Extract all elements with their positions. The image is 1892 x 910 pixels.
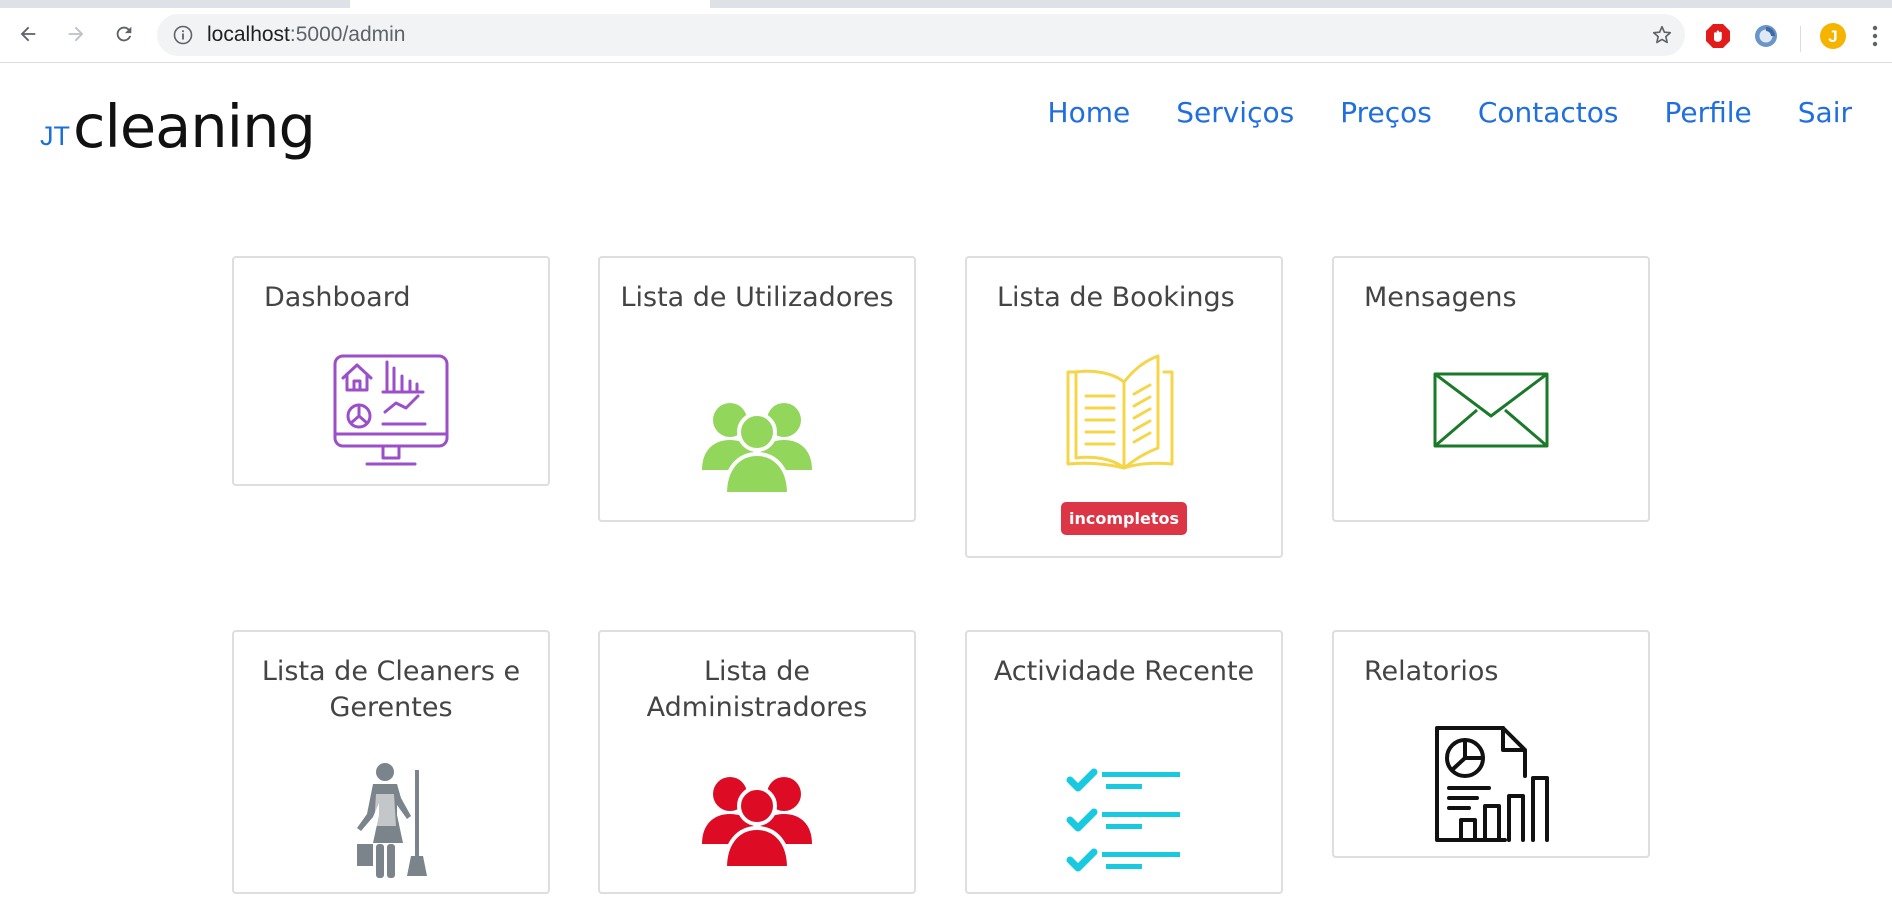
card-actividade[interactable]: Actividade Recente: [965, 630, 1283, 894]
card-title: Lista de Cleaners e Gerentes: [261, 656, 521, 723]
card-title: Lista de Bookings: [997, 282, 1235, 313]
info-icon[interactable]: [171, 23, 195, 47]
profile-initial: J: [1828, 27, 1837, 46]
checklist-icon: [1066, 768, 1180, 872]
brand-prefix: JT: [40, 121, 70, 151]
browser-toolbar: localhost:5000/admin J: [0, 8, 1892, 63]
extension-icon[interactable]: [1752, 22, 1780, 50]
forward-button[interactable]: [58, 16, 94, 52]
card-title: Dashboard: [264, 282, 411, 313]
bookmark-star-icon[interactable]: [1649, 22, 1675, 48]
adblock-extension-icon[interactable]: [1704, 22, 1732, 50]
card-utilizadores[interactable]: Lista de Utilizadores: [598, 256, 916, 522]
card-dashboard[interactable]: Dashboard: [232, 256, 550, 486]
brand-name: cleaning: [73, 92, 316, 161]
main-nav: Home Serviços Preços Contactos Perfile S…: [1048, 96, 1852, 129]
arrow-right-icon: [68, 26, 84, 42]
brand-logo[interactable]: JT cleaning: [40, 80, 316, 161]
card-title: Mensagens: [1364, 282, 1517, 313]
back-button[interactable]: [10, 16, 46, 52]
nav-servicos[interactable]: Serviços: [1176, 96, 1294, 129]
envelope-icon: [1433, 372, 1549, 448]
reload-icon: [116, 26, 132, 42]
admins-group-icon: [702, 777, 812, 868]
card-title: Lista de Administradores: [646, 656, 868, 723]
tab-strip: [0, 0, 1892, 8]
nav-sair[interactable]: Sair: [1798, 96, 1852, 129]
card-relatorios[interactable]: Relatorios: [1332, 630, 1650, 858]
card-cleaners[interactable]: Lista de Cleaners e Gerentes: [232, 630, 550, 894]
card-title: Lista de Utilizadores: [620, 282, 894, 313]
dashboard-monitor-icon: [333, 354, 449, 466]
url-path: :5000/admin: [289, 23, 406, 46]
card-administradores[interactable]: Lista de Administradores: [598, 630, 916, 894]
card-title: Relatorios: [1364, 656, 1499, 687]
users-group-icon: [702, 403, 812, 494]
open-book-icon: [1066, 354, 1174, 470]
card-title: Actividade Recente: [993, 656, 1255, 687]
url-host: localhost: [207, 23, 290, 46]
toolbar-separator: [1800, 26, 1801, 52]
url-text[interactable]: localhost:5000/admin: [207, 14, 405, 56]
reload-button[interactable]: [106, 16, 142, 52]
address-bar[interactable]: localhost:5000/admin: [157, 14, 1685, 56]
browser-menu-icon[interactable]: [1868, 22, 1882, 50]
cleaner-icon: [357, 763, 427, 878]
card-mensagens[interactable]: Mensagens: [1332, 256, 1650, 522]
arrow-left-icon: [20, 26, 36, 42]
report-icon: [1435, 726, 1549, 842]
nav-home[interactable]: Home: [1048, 96, 1131, 129]
nav-precos[interactable]: Preços: [1340, 96, 1432, 129]
nav-contactos[interactable]: Contactos: [1478, 96, 1619, 129]
nav-perfile[interactable]: Perfile: [1664, 96, 1751, 129]
profile-avatar[interactable]: J: [1819, 22, 1847, 50]
active-tab[interactable]: [350, 0, 710, 8]
card-bookings[interactable]: Lista de Bookings incompletos: [965, 256, 1283, 558]
status-badge: incompletos: [1061, 502, 1187, 535]
